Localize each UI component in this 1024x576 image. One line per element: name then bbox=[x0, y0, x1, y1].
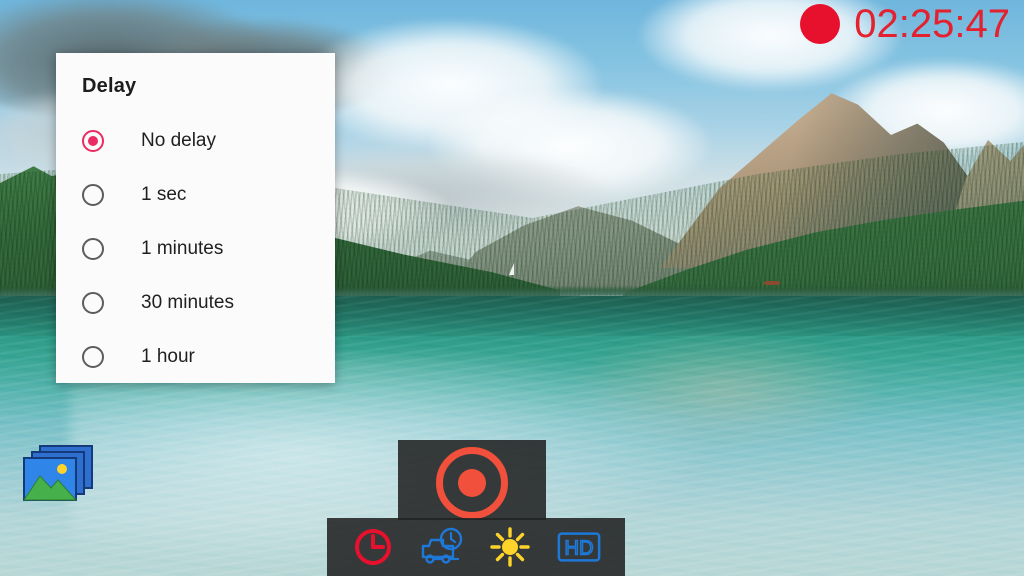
radio-button-icon[interactable] bbox=[82, 346, 104, 368]
delay-option-label: No delay bbox=[141, 130, 216, 151]
delay-option-30-minutes[interactable]: 30 minutes bbox=[56, 276, 335, 330]
radio-button-icon[interactable] bbox=[82, 238, 104, 260]
scheduler-tool-button[interactable] bbox=[419, 524, 465, 570]
delay-option-label: 1 sec bbox=[141, 184, 187, 205]
gallery-photos-icon bbox=[23, 445, 93, 501]
radio-button-icon[interactable] bbox=[82, 292, 104, 314]
tools-panel: HD bbox=[327, 518, 625, 576]
delay-option-no-delay[interactable]: No delay bbox=[56, 114, 335, 168]
delay-option-1-minutes[interactable]: 1 minutes bbox=[56, 222, 335, 276]
recording-timer: 02:25:47 bbox=[800, 4, 1010, 44]
delay-option-label: 30 minutes bbox=[141, 292, 234, 313]
delay-option-label: 1 minutes bbox=[141, 238, 224, 259]
gallery-button[interactable] bbox=[20, 444, 98, 506]
truck-clock-icon bbox=[421, 527, 462, 564]
delay-option-label: 1 hour bbox=[141, 346, 195, 367]
distant-boat bbox=[764, 281, 780, 285]
radio-button-icon[interactable] bbox=[82, 130, 104, 152]
delay-option-1-sec[interactable]: 1 sec bbox=[56, 168, 335, 222]
hd-icon: HD bbox=[557, 532, 601, 562]
clock-icon bbox=[355, 529, 392, 565]
delay-dialog: Delay No delay 1 sec 1 minutes 30 minute… bbox=[56, 53, 335, 383]
radio-button-icon[interactable] bbox=[82, 184, 104, 206]
record-dot-icon bbox=[800, 4, 841, 44]
dialog-title: Delay bbox=[82, 75, 137, 97]
hd-quality-button[interactable]: HD bbox=[556, 524, 602, 570]
sun-icon bbox=[490, 527, 530, 567]
brightness-tool-button[interactable] bbox=[487, 524, 533, 570]
record-panel bbox=[398, 440, 546, 520]
record-button-inner-dot bbox=[458, 469, 486, 497]
delay-option-1-hour[interactable]: 1 hour bbox=[56, 330, 335, 384]
delay-tool-button[interactable] bbox=[350, 524, 396, 570]
svg-text:HD: HD bbox=[564, 538, 593, 560]
record-button[interactable] bbox=[436, 447, 508, 519]
recording-elapsed-time: 02:25:47 bbox=[854, 2, 1010, 46]
